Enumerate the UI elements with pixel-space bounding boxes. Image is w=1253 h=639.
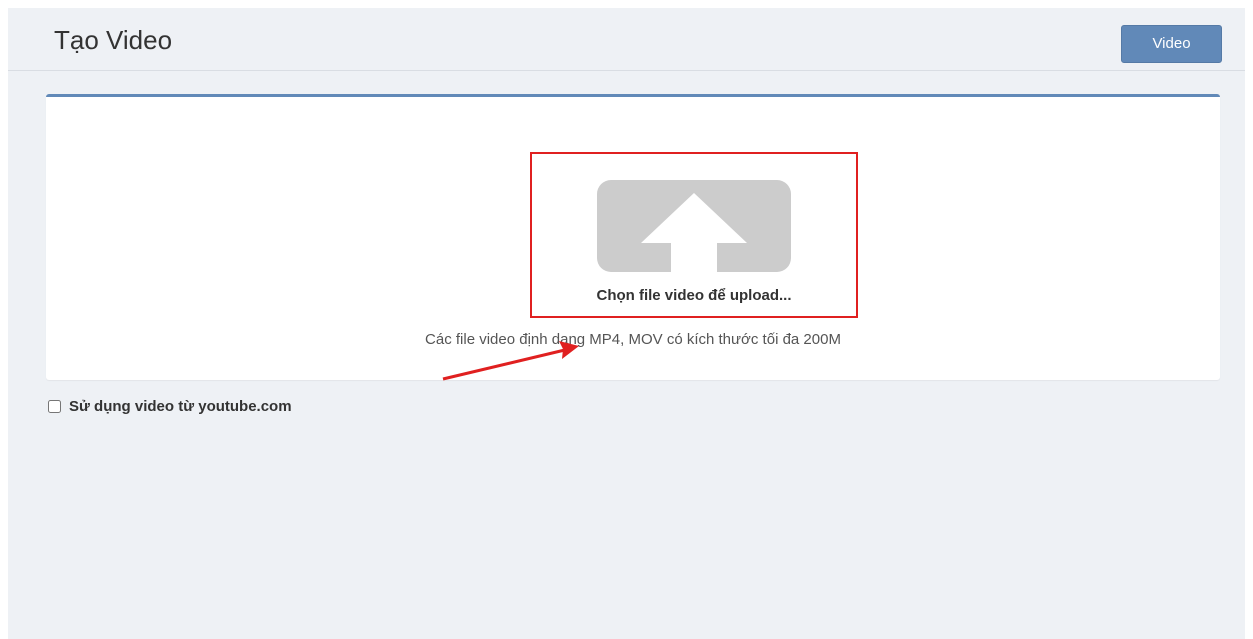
upload-dropzone[interactable]: Chọn file video để upload... bbox=[530, 152, 858, 318]
upload-label[interactable]: Chọn file video để upload... bbox=[532, 287, 856, 304]
youtube-option[interactable]: Sử dụng video từ youtube.com bbox=[48, 396, 292, 416]
page-frame: Tạo Video Video Chọn file video để uploa… bbox=[8, 8, 1245, 639]
upload-card: Chọn file video để upload... Các file vi… bbox=[46, 94, 1220, 381]
page-title: Tạo Video bbox=[54, 25, 173, 55]
page-header: Tạo Video Video bbox=[8, 8, 1245, 71]
youtube-option-label[interactable]: Sử dụng video từ youtube.com bbox=[69, 398, 292, 415]
upload-arrow-icon bbox=[597, 180, 791, 272]
youtube-checkbox[interactable] bbox=[48, 399, 61, 413]
video-button[interactable]: Video bbox=[1121, 25, 1222, 63]
upload-hint: Các file video định dạng MP4, MOV có kíc… bbox=[425, 331, 841, 348]
